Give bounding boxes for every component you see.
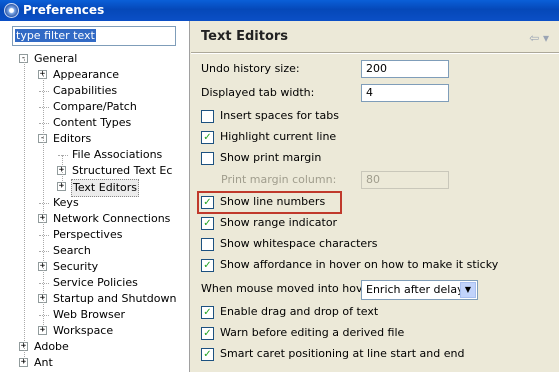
- option-label: Show whitespace characters: [220, 237, 378, 250]
- option-checkbox[interactable]: [201, 348, 214, 361]
- undo-history-row: Undo history size:: [201, 60, 300, 78]
- tree-item-label: Security: [53, 260, 99, 273]
- tree-item[interactable]: + Text Editors: [0, 179, 189, 197]
- tab-width-label: Displayed tab width:: [201, 86, 315, 99]
- back-forward-icon[interactable]: ⇦ ▾: [529, 31, 549, 45]
- tree-connector: [39, 235, 49, 236]
- tree-item-label: Workspace: [53, 324, 114, 337]
- title-separator: [191, 52, 559, 54]
- preferences-icon: [4, 3, 19, 18]
- left-pane: type filter text - General + Appearance Capa…: [0, 21, 190, 372]
- undo-history-label: Undo history size:: [201, 62, 300, 75]
- tree-item[interactable]: Capabilities: [0, 83, 189, 99]
- tree-item-label: Structured Text Ec: [72, 164, 173, 177]
- tree-item[interactable]: Search: [0, 243, 189, 259]
- option-checkbox[interactable]: [201, 152, 214, 165]
- tree-item-label: Keys: [53, 196, 79, 209]
- tree-item[interactable]: + Ant: [0, 355, 189, 371]
- option-checkbox[interactable]: [201, 327, 214, 340]
- print-margin-row: Print margin column:: [221, 171, 336, 189]
- highlight-annotation: [197, 191, 342, 214]
- tree-connector: [39, 123, 49, 124]
- preferences-tree: - General + Appearance Capabilities Compare/P…: [0, 51, 189, 372]
- tree-item-label: Service Policies: [53, 276, 138, 289]
- tree-connector: [39, 91, 49, 92]
- tree-item-label: General: [34, 52, 78, 65]
- tree-item[interactable]: Compare/Patch: [0, 99, 189, 115]
- tree-item-label: Content Types: [53, 116, 132, 129]
- option-checkbox[interactable]: [201, 110, 214, 123]
- tree-item-label: Ant: [34, 356, 53, 369]
- tree-item[interactable]: + Appearance: [0, 67, 189, 83]
- tree-item[interactable]: + Structured Text Ec: [0, 163, 189, 179]
- option-checkbox[interactable]: [201, 306, 214, 319]
- tree-item[interactable]: Web Browser: [0, 307, 189, 323]
- tree-item-label: Perspectives: [53, 228, 123, 241]
- page-title: Text Editors: [201, 29, 289, 44]
- option-checkbox[interactable]: [201, 238, 214, 251]
- tree-connector: [58, 155, 68, 156]
- tree-guide: [62, 155, 63, 187]
- chevron-down-icon[interactable]: ▼: [460, 282, 476, 298]
- tree-item-label: Startup and Shutdown: [53, 292, 177, 305]
- tree-item[interactable]: Content Types: [0, 115, 189, 131]
- tree-item[interactable]: - Editors: [0, 131, 189, 147]
- hover-select[interactable]: Enrich after delay ▼: [361, 280, 478, 300]
- tree-guide: [24, 59, 25, 363]
- tree-connector: [39, 283, 49, 284]
- tab-width-field[interactable]: 4: [361, 84, 449, 102]
- window-title: Preferences: [23, 3, 105, 17]
- filter-text: type filter text: [15, 29, 96, 42]
- tree-item-label: Network Connections: [53, 212, 171, 225]
- option-label: Show range indicator: [220, 216, 338, 229]
- filter-input[interactable]: type filter text: [12, 26, 176, 46]
- tree-item[interactable]: + Adobe: [0, 339, 189, 355]
- option-label: Insert spaces for tabs: [220, 109, 339, 122]
- tree-item-label: Search: [53, 244, 91, 257]
- hover-row: When mouse moved into hover:: [201, 280, 377, 298]
- hover-select-value: Enrich after delay: [366, 283, 464, 296]
- tree-item[interactable]: File Associations: [0, 147, 189, 163]
- option-label: Smart caret positioning at line start an…: [220, 347, 465, 360]
- tree-item-label: Adobe: [34, 340, 69, 353]
- tree-item[interactable]: Keys: [0, 195, 189, 211]
- tree-item-label: Editors: [53, 132, 92, 145]
- undo-history-field[interactable]: 200: [361, 60, 449, 78]
- print-margin-field: 80: [361, 171, 449, 189]
- tree-item[interactable]: + Workspace: [0, 323, 189, 339]
- tree-item[interactable]: Service Policies: [0, 275, 189, 291]
- option-label: Show print margin: [220, 151, 322, 164]
- tree-item[interactable]: Perspectives: [0, 227, 189, 243]
- option-label: Highlight current line: [220, 130, 337, 143]
- option-label: Show affordance in hover on how to make …: [220, 258, 499, 271]
- tree-item[interactable]: - General: [0, 51, 189, 67]
- tree-item-label: Web Browser: [53, 308, 126, 321]
- print-margin-label: Print margin column:: [221, 173, 337, 186]
- title-bar: Preferences: [0, 0, 559, 21]
- tree-item-label: Compare/Patch: [53, 100, 137, 113]
- tab-width-row: Displayed tab width:: [201, 84, 314, 102]
- option-checkbox[interactable]: [201, 217, 214, 230]
- tree-item-label: Capabilities: [53, 84, 118, 97]
- tree-item-label: Appearance: [53, 68, 120, 81]
- tree-item[interactable]: + Startup and Shutdown: [0, 291, 189, 307]
- tree-connector: [39, 203, 49, 204]
- tree-connector: [39, 315, 49, 316]
- tree-item-label: File Associations: [72, 148, 163, 161]
- tree-guide: [43, 75, 44, 331]
- tree-item[interactable]: + Security: [0, 259, 189, 275]
- tree-item[interactable]: + Network Connections: [0, 211, 189, 227]
- option-label: Warn before editing a derived file: [220, 326, 405, 339]
- hover-label: When mouse moved into hover:: [201, 282, 378, 295]
- tree-connector: [39, 251, 49, 252]
- option-label: Enable drag and drop of text: [220, 305, 379, 318]
- option-checkbox[interactable]: [201, 259, 214, 272]
- option-checkbox[interactable]: [201, 131, 214, 144]
- tree-connector: [39, 107, 49, 108]
